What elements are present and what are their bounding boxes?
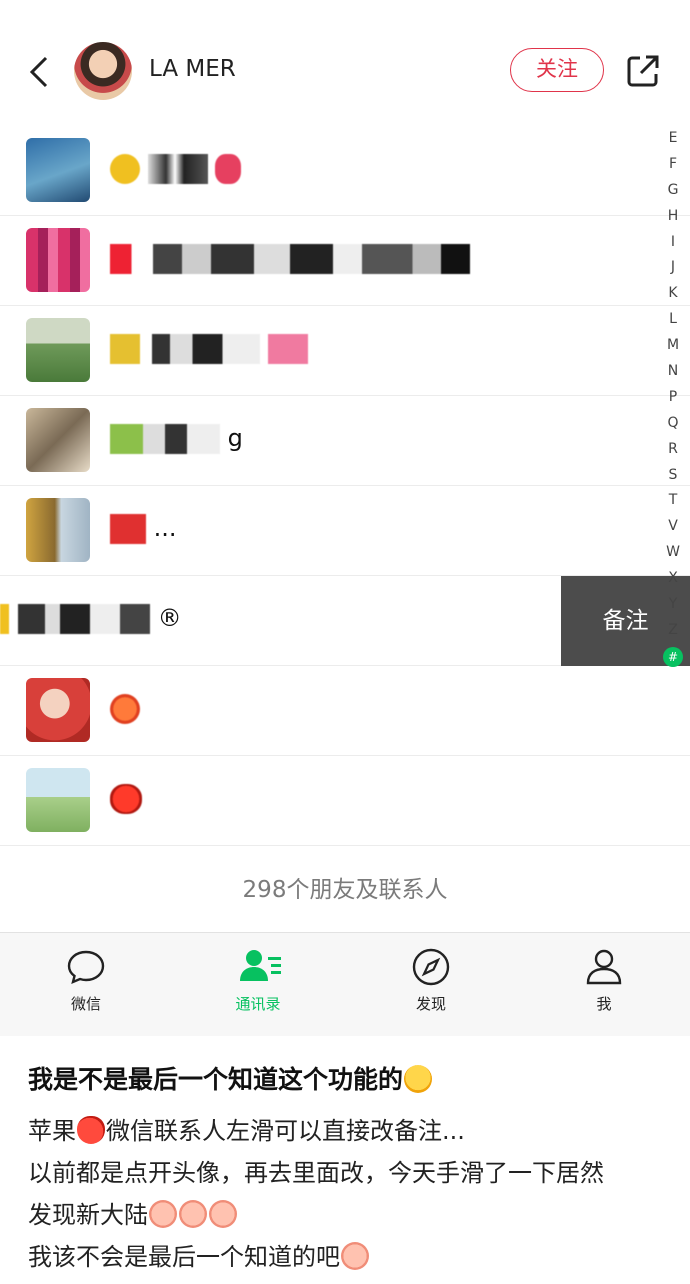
contact-avatar [26, 318, 90, 382]
contact-name [110, 334, 308, 364]
list-item-swiped[interactable]: ® 备注 [0, 576, 690, 666]
index-letter[interactable]: J [662, 255, 684, 281]
list-item[interactable] [0, 216, 690, 306]
index-letter[interactable]: X [662, 566, 684, 592]
list-item[interactable] [0, 666, 690, 756]
tab-label: 微信 [70, 995, 101, 1013]
index-letter[interactable]: K [662, 281, 684, 307]
contact-avatar [26, 228, 90, 292]
contact-avatar [26, 498, 90, 562]
tab-bar: 微信 通讯录 发现 我 [0, 932, 690, 1036]
index-letter[interactable]: Z [662, 618, 684, 644]
contacts-icon [240, 950, 281, 981]
post-line: 我该不会是最后一个知道的吧 [28, 1236, 668, 1278]
contact-list: g ... ® 备注 E F G H I J K L M N P Q R S T V W X Y Z # [0, 126, 690, 848]
crying-emoji-icon [179, 1200, 207, 1228]
sweating-emoji-icon [341, 1242, 369, 1270]
laughing-emoji-icon [404, 1065, 433, 1093]
post-line: 以前都是点开头像，再去里面改，今天手滑了一下居然 [28, 1159, 604, 1187]
index-letter[interactable]: I [662, 230, 684, 256]
index-letter[interactable]: M [662, 333, 684, 359]
index-letter[interactable]: T [662, 488, 684, 514]
index-letter[interactable]: G [662, 178, 684, 204]
index-letter[interactable]: Y [662, 592, 684, 618]
contact-name [110, 154, 242, 184]
post-content: 我是不是最后一个知道这个功能的 苹果 微信联系人左滑可以直接改备注... 以前都是… [0, 1036, 690, 1284]
crying-emoji-icon [209, 1200, 237, 1228]
apple-emoji-icon [77, 1116, 105, 1144]
index-letter[interactable]: N [662, 359, 684, 385]
contact-avatar [26, 768, 90, 832]
contact-name: ... [110, 514, 177, 544]
author-avatar[interactable] [74, 42, 132, 100]
post-line: 发现新大陆 [28, 1194, 668, 1236]
contact-avatar [26, 408, 90, 472]
author-name[interactable]: LA MER [149, 56, 236, 82]
index-letter[interactable]: W [662, 540, 684, 566]
tab-weixin[interactable]: 微信 [26, 933, 146, 1037]
tab-label: 发现 [415, 995, 446, 1013]
person-icon [586, 949, 622, 985]
follow-button[interactable]: 关注 [510, 48, 604, 92]
compass-icon [412, 948, 450, 986]
index-letter[interactable]: E [662, 126, 684, 152]
index-letter[interactable]: R [662, 437, 684, 463]
crying-emoji-icon [149, 1200, 177, 1228]
list-item[interactable] [0, 306, 690, 396]
post-line: 苹果 微信联系人左滑可以直接改备注... [28, 1116, 465, 1145]
index-letter[interactable]: S [662, 463, 684, 489]
alphabet-index[interactable]: E F G H I J K L M N P Q R S T V W X Y Z # [662, 126, 684, 667]
contact-count: 298个朋友及联系人 [0, 848, 690, 932]
contact-name [110, 244, 470, 274]
list-item[interactable] [0, 756, 690, 846]
tab-label: 通讯录 [235, 995, 281, 1013]
index-letter[interactable]: Q [662, 411, 684, 437]
index-letter[interactable]: F [662, 152, 684, 178]
contact-avatar [26, 678, 90, 742]
tab-me[interactable]: 我 [544, 933, 664, 1037]
index-letter[interactable]: H [662, 204, 684, 230]
list-item[interactable]: ... [0, 486, 690, 576]
contact-name [110, 694, 140, 724]
list-item[interactable]: g [0, 396, 690, 486]
back-arrow-icon[interactable] [22, 48, 58, 96]
post-body: 苹果 微信联系人左滑可以直接改备注... 以前都是点开头像，再去里面改，今天手滑了… [28, 1110, 668, 1278]
chat-bubble-icon [67, 950, 105, 985]
contact-avatar [26, 138, 90, 202]
index-letter[interactable]: P [662, 385, 684, 411]
contact-name [110, 784, 142, 814]
index-letter[interactable]: V [662, 514, 684, 540]
tab-contacts[interactable]: 通讯录 [198, 933, 318, 1037]
tab-discover[interactable]: 发现 [371, 933, 491, 1037]
post-title: 我是不是最后一个知道这个功能的 [28, 1060, 433, 1096]
index-letter[interactable]: L [662, 307, 684, 333]
contact-name: ® [0, 604, 182, 634]
index-hash[interactable]: # [663, 646, 683, 667]
list-item[interactable] [0, 126, 690, 216]
tab-label: 我 [596, 995, 612, 1013]
post-header: LA MER 关注 [0, 0, 690, 126]
share-icon[interactable] [624, 52, 662, 90]
contact-name: g [110, 424, 243, 454]
